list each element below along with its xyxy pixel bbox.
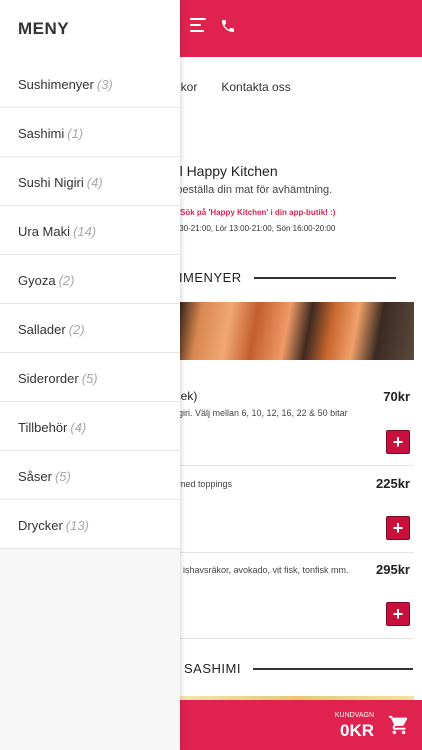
category-item-sushi-nigiri[interactable]: Sushi Nigiri (4): [0, 157, 180, 206]
category-label: Drycker: [18, 518, 63, 533]
menu-item[interactable]: med toppings 225kr +: [178, 476, 414, 553]
drawer-title: MENY: [0, 0, 180, 59]
item-divider: [178, 465, 414, 466]
category-item-tillbehor[interactable]: Tillbehör (4): [0, 402, 180, 451]
category-item-sallader[interactable]: Sallader (2): [0, 304, 180, 353]
category-count: (14): [73, 224, 97, 239]
category-count: (2): [68, 322, 85, 337]
item-divider: [178, 638, 414, 639]
category-count: (4): [86, 175, 103, 190]
cart-total: 0KR: [339, 721, 374, 740]
category-count: (3): [96, 77, 113, 92]
item-name: lek): [178, 389, 198, 403]
nav-link-contact[interactable]: Kontakta oss: [221, 80, 290, 94]
category-item-ura-maki[interactable]: Ura Maki (14): [0, 206, 180, 255]
menu-item[interactable]: , ishavsräkor, avokado, vit fisk, tonfis…: [178, 562, 414, 639]
item-divider: [178, 552, 414, 553]
category-label: Sallader: [18, 322, 66, 337]
category-label: Sashimi: [18, 126, 65, 141]
category-label: Gyoza: [18, 273, 56, 288]
cart-icon[interactable]: [388, 714, 410, 741]
category-item-siderorder[interactable]: Siderorder (5): [0, 353, 180, 402]
cart-label: KUNDVAGN: [334, 712, 374, 719]
item-price: 295kr: [376, 562, 410, 577]
phone-icon[interactable]: [220, 18, 236, 39]
add-to-cart-button[interactable]: +: [386, 602, 410, 626]
category-item-sashimi[interactable]: Sashimi (1): [0, 108, 180, 157]
item-price: 70kr: [383, 389, 410, 404]
category-count: (2): [58, 273, 75, 288]
menu-item[interactable]: lek) giri. Välj mellan 6, 10, 12, 16, 22…: [178, 389, 414, 466]
intro-promo: Sök på 'Happy Kitchen' i din app-butik! …: [180, 208, 336, 217]
section-title: SASHIMI: [184, 661, 241, 676]
category-item-drycker[interactable]: Drycker (13): [0, 500, 180, 549]
category-label: Såser: [18, 469, 52, 484]
category-label: Tillbehör: [18, 420, 68, 435]
section-divider: [253, 276, 396, 279]
add-to-cart-button[interactable]: +: [386, 430, 410, 454]
category-count: (13): [65, 518, 89, 533]
item-price: 225kr: [376, 476, 410, 491]
item-description: giri. Välj mellan 6, 10, 12, 16, 22 & 50…: [178, 408, 348, 418]
category-count: (5): [81, 371, 98, 386]
hamburger-icon[interactable]: [190, 18, 206, 34]
category-label: Sushimenyer: [18, 77, 94, 92]
section-image: [178, 302, 414, 360]
category-label: Siderorder: [18, 371, 79, 386]
app-screen: pvillkor Kontakta oss en till Happy Kitc…: [0, 0, 422, 750]
category-label: Sushi Nigiri: [18, 175, 84, 190]
category-item-sushimenyer[interactable]: Sushimenyer (3): [0, 59, 180, 108]
category-item-gyoza[interactable]: Gyoza (2): [0, 255, 180, 304]
category-count: (4): [70, 420, 87, 435]
side-menu-drawer: MENY Sushimenyer (3) Sashimi (1) Sushi Nig…: [0, 0, 180, 750]
category-count: (5): [54, 469, 71, 484]
category-item-saser[interactable]: Såser (5): [0, 451, 180, 500]
section-divider: [252, 667, 413, 670]
add-to-cart-button[interactable]: +: [386, 516, 410, 540]
section-heading: USHIMENYER: [150, 270, 396, 285]
category-count: (1): [67, 126, 84, 141]
category-label: Ura Maki: [18, 224, 71, 239]
section-heading: SASHIMI: [150, 661, 413, 676]
category-list: Sushimenyer (3) Sashimi (1) Sushi Nigiri (4…: [0, 59, 180, 549]
